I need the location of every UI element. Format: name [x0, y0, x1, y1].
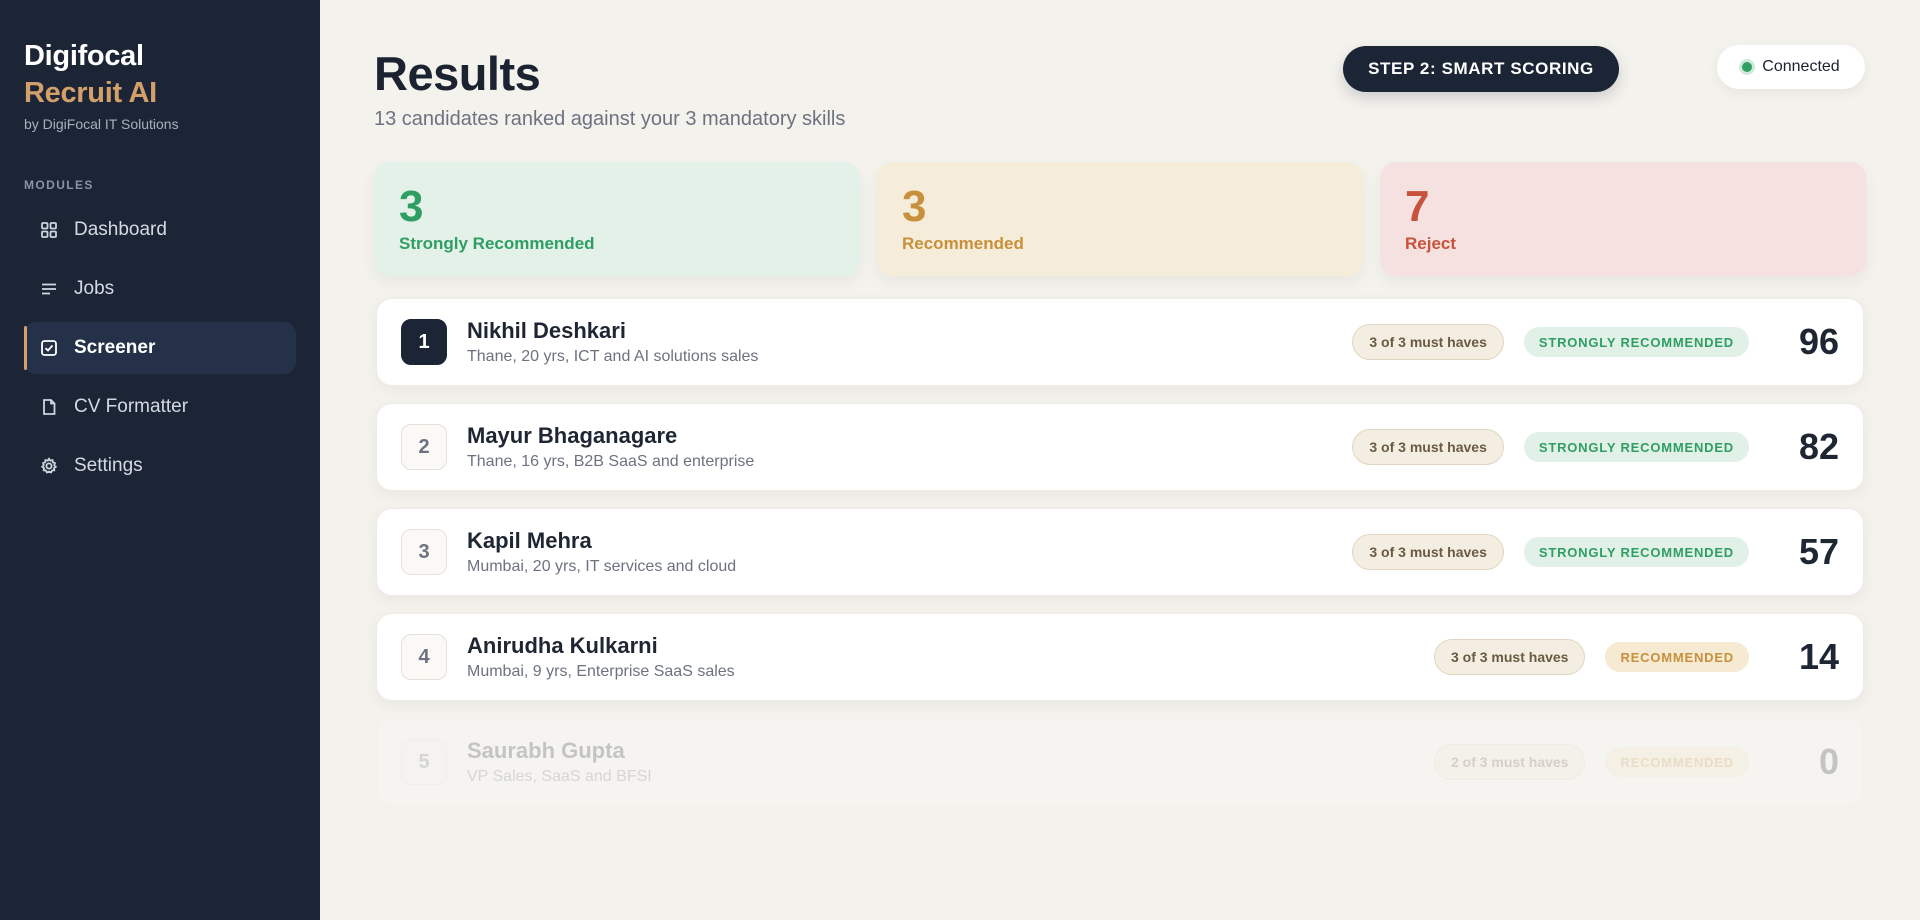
must-haves-pill: 3 of 3 must haves	[1352, 429, 1504, 465]
verdict-badge: RECOMMENDED	[1605, 642, 1749, 672]
must-haves-pill: 3 of 3 must haves	[1352, 534, 1504, 570]
must-haves-pill: 2 of 3 must haves	[1433, 744, 1586, 780]
sidebar-item-screener[interactable]: Screener	[24, 322, 296, 374]
step-smart-scoring-button[interactable]: STEP 2: SMART SCORING	[1343, 46, 1619, 92]
must-haves-pill: 3 of 3 must haves	[1352, 324, 1504, 360]
sidebar-nav: Dashboard Jobs Screener CV Formatter Set…	[24, 204, 296, 492]
sidebar: Digifocal Recruit AI by DigiFocal IT Sol…	[0, 0, 320, 920]
candidate-score: 0	[1818, 741, 1839, 782]
modules-label: MODULES	[24, 178, 94, 192]
sidebar-item-cv-formatter[interactable]: CV Formatter	[24, 381, 296, 433]
rank-badge: 3	[401, 529, 447, 575]
rank-badge: 4	[401, 634, 447, 680]
brand-product: Recruit AI	[24, 77, 157, 109]
candidate-row[interactable]: 4 Anirudha Kulkarni Mumbai, 9 yrs, Enter…	[376, 613, 1864, 701]
verdict-badge: STRONGLY RECOMMENDED	[1523, 432, 1749, 462]
sidebar-item-dashboard[interactable]: Dashboard	[24, 204, 296, 256]
sidebar-item-label: Settings	[74, 455, 143, 476]
sidebar-item-label: CV Formatter	[74, 396, 189, 417]
sidebar-item-label: Screener	[74, 337, 156, 358]
brand-subtitle: by DigiFocal IT Solutions	[24, 116, 179, 132]
stat-recommended[interactable]: 3 Recommended	[877, 162, 1363, 276]
sidebar-item-label: Jobs	[74, 278, 115, 299]
list-icon	[40, 280, 58, 298]
candidate-name: Mayur Bhaganagare	[467, 423, 678, 448]
stat-count: 7	[1405, 182, 1430, 231]
verdict-badge: STRONGLY RECOMMENDED	[1523, 327, 1749, 357]
verdict-badge: RECOMMENDED	[1605, 747, 1749, 777]
candidate-name: Nikhil Deshkari	[467, 318, 626, 343]
candidate-meta: Thane, 20 yrs, ICT and AI solutions sale…	[467, 348, 759, 365]
stat-label: Recommended	[902, 234, 1024, 253]
connection-status-label: Connected	[1762, 58, 1840, 75]
candidate-meta: Thane, 16 yrs, B2B SaaS and enterprise	[467, 453, 755, 470]
candidate-meta: Mumbai, 9 yrs, Enterprise SaaS sales	[467, 663, 735, 680]
summary-stats: 3 Strongly Recommended 3 Recommended 7 R…	[374, 162, 1866, 276]
candidate-list: 1 Nikhil Deshkari Thane, 20 yrs, ICT and…	[376, 298, 1864, 823]
main-content: Results 13 candidates ranked against you…	[374, 0, 1866, 920]
stat-label: Strongly Recommended	[399, 234, 595, 253]
stat-reject[interactable]: 7 Reject	[1380, 162, 1866, 276]
verdict-badge: STRONGLY RECOMMENDED	[1523, 537, 1749, 567]
candidate-name: Anirudha Kulkarni	[467, 633, 658, 658]
sidebar-item-jobs[interactable]: Jobs	[24, 263, 296, 315]
status-dot-icon	[1742, 62, 1753, 72]
rank-badge: 5	[401, 739, 447, 785]
grid-icon	[40, 221, 58, 239]
candidate-score: 82	[1798, 426, 1839, 467]
candidate-name: Kapil Mehra	[467, 528, 592, 553]
rank-badge: 1	[401, 319, 447, 365]
candidate-score: 14	[1798, 636, 1839, 677]
must-haves-pill: 3 of 3 must haves	[1433, 639, 1586, 675]
sidebar-item-label: Dashboard	[74, 219, 167, 240]
candidate-name: Saurabh Gupta	[467, 738, 625, 763]
checkbox-icon	[40, 339, 58, 357]
stat-count: 3	[399, 182, 424, 231]
candidate-row[interactable]: 3 Kapil Mehra Mumbai, 20 yrs, IT service…	[376, 508, 1864, 596]
stat-label: Reject	[1405, 234, 1457, 253]
candidate-meta: VP Sales, SaaS and BFSI	[467, 768, 652, 785]
stat-count: 3	[902, 182, 927, 231]
candidate-row[interactable]: 5 Saurabh Gupta VP Sales, SaaS and BFSI …	[376, 718, 1864, 806]
candidate-row[interactable]: 1 Nikhil Deshkari Thane, 20 yrs, ICT and…	[376, 298, 1864, 386]
page-subtitle: 13 candidates ranked against your 3 mand…	[374, 108, 846, 130]
candidate-score: 57	[1798, 531, 1839, 572]
stat-strongly-recommended[interactable]: 3 Strongly Recommended	[374, 162, 860, 276]
document-icon	[40, 398, 58, 416]
connection-status: Connected	[1717, 45, 1865, 89]
gear-icon	[40, 457, 58, 475]
page-title: Results	[374, 47, 541, 100]
candidate-row[interactable]: 2 Mayur Bhaganagare Thane, 16 yrs, B2B S…	[376, 403, 1864, 491]
candidate-meta: Mumbai, 20 yrs, IT services and cloud	[467, 558, 737, 575]
candidate-score: 96	[1798, 321, 1839, 362]
sidebar-item-settings[interactable]: Settings	[24, 440, 296, 492]
rank-badge: 2	[401, 424, 447, 470]
brand-name: Digifocal	[24, 40, 144, 72]
